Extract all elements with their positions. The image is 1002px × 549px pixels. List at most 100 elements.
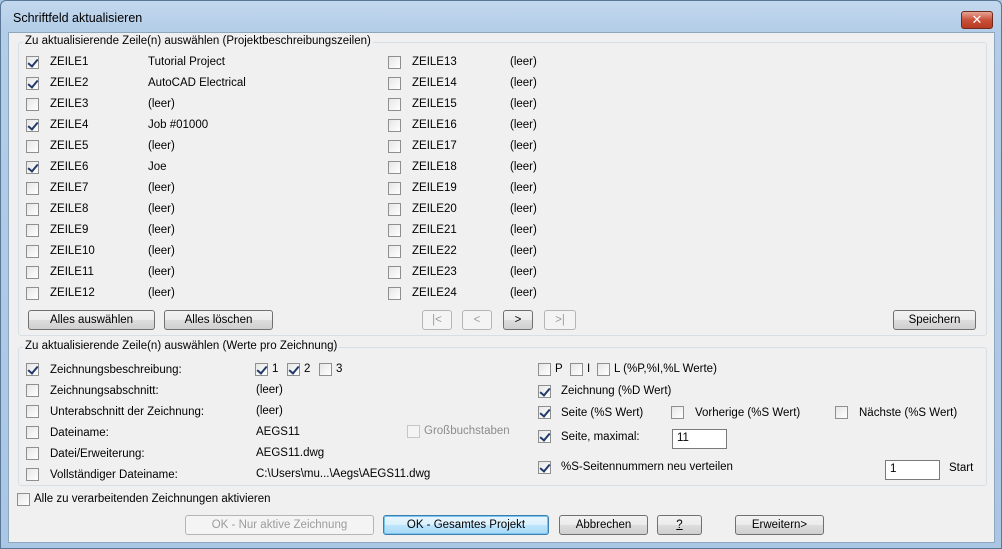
- cancel-button[interactable]: Abbrechen: [559, 515, 648, 535]
- vorherige-label: Vorherige (%S Wert): [695, 407, 801, 419]
- l-label: L (%P,%I,%L Werte): [614, 363, 717, 375]
- start-label: Start: [949, 462, 974, 474]
- vorherige-checkbox[interactable]: [671, 406, 684, 419]
- window-title: Schriftfeld aktualisieren: [13, 11, 143, 25]
- expand-button[interactable]: Erweitern>: [735, 515, 824, 535]
- line-1-checkbox[interactable]: [26, 56, 39, 69]
- line-14-checkbox[interactable]: [388, 77, 401, 90]
- select-all-button[interactable]: Alles auswählen: [28, 310, 155, 330]
- line-8-checkbox[interactable]: [26, 203, 39, 216]
- line-4-name: ZEILE4: [50, 119, 89, 131]
- ok-active-drawing-button[interactable]: OK - Nur aktive Zeichnung: [185, 515, 374, 535]
- drawing-field-6-value: C:\Users\mu...\Aegs\AEGS11.dwg: [256, 468, 431, 480]
- line-7-value: (leer): [148, 182, 175, 194]
- title-bar[interactable]: Schriftfeld aktualisieren ✕: [1, 1, 1001, 31]
- line-18-name: ZEILE18: [412, 161, 457, 173]
- line-10-name: ZEILE10: [50, 245, 95, 257]
- line-22-value: (leer): [510, 245, 537, 257]
- project-lines-group-label: Zu aktualisierende Zeile(n) auswählen (P…: [23, 35, 373, 47]
- clear-all-button[interactable]: Alles löschen: [164, 310, 273, 330]
- line-9-name: ZEILE9: [50, 224, 89, 236]
- seite-label: Seite (%S Wert): [561, 407, 644, 419]
- line-5-value: (leer): [148, 140, 175, 152]
- drawing-field-6-checkbox[interactable]: [26, 468, 39, 481]
- desc-line-1-checkbox[interactable]: [255, 363, 268, 376]
- line-10-checkbox[interactable]: [26, 245, 39, 258]
- activate-all-checkbox[interactable]: [17, 493, 30, 506]
- p-label: P: [555, 363, 563, 375]
- help-button[interactable]: ?: [657, 515, 702, 535]
- drawing-field-5-value: AEGS11.dwg: [256, 447, 325, 459]
- p-checkbox[interactable]: [538, 363, 551, 376]
- line-17-checkbox[interactable]: [388, 140, 401, 153]
- line-20-checkbox[interactable]: [388, 203, 401, 216]
- drawing-field-5-checkbox[interactable]: [26, 447, 39, 460]
- desc-line-2-checkbox[interactable]: [287, 363, 300, 376]
- line-16-name: ZEILE16: [412, 119, 457, 131]
- renumber-checkbox[interactable]: [538, 461, 551, 474]
- line-9-checkbox[interactable]: [26, 224, 39, 237]
- drawing-field-3-label: Unterabschnitt der Zeichnung:: [50, 406, 205, 418]
- drawing-field-3-value: (leer): [256, 405, 283, 417]
- drawing-field-4-label: Dateiname:: [50, 427, 109, 439]
- i-checkbox[interactable]: [570, 363, 583, 376]
- line-12-value: (leer): [148, 287, 175, 299]
- line-2-name: ZEILE2: [50, 77, 89, 89]
- line-7-checkbox[interactable]: [26, 182, 39, 195]
- line-18-value: (leer): [510, 161, 537, 173]
- naechste-checkbox[interactable]: [835, 406, 848, 419]
- close-button[interactable]: ✕: [961, 11, 993, 29]
- drawing-field-4-checkbox[interactable]: [26, 426, 39, 439]
- line-2-checkbox[interactable]: [26, 77, 39, 90]
- line-6-checkbox[interactable]: [26, 161, 39, 174]
- line-15-checkbox[interactable]: [388, 98, 401, 111]
- drawing-field-2-checkbox[interactable]: [26, 384, 39, 397]
- save-button[interactable]: Speichern: [893, 310, 976, 330]
- line-19-checkbox[interactable]: [388, 182, 401, 195]
- drawing-field-1-checkbox[interactable]: [26, 363, 39, 376]
- line-11-checkbox[interactable]: [26, 266, 39, 279]
- nav-prev-button[interactable]: <: [462, 310, 492, 330]
- drawing-field-2-label: Zeichnungsabschnitt:: [50, 385, 159, 397]
- uppercase-label: Großbuchstaben: [424, 425, 510, 437]
- zeichnung-label: Zeichnung (%D Wert): [561, 385, 672, 397]
- line-16-value: (leer): [510, 119, 537, 131]
- line-21-value: (leer): [510, 224, 537, 236]
- line-3-checkbox[interactable]: [26, 98, 39, 111]
- desc-line-2-label: 2: [304, 363, 311, 375]
- l-checkbox[interactable]: [597, 363, 610, 376]
- line-18-checkbox[interactable]: [388, 161, 401, 174]
- line-12-checkbox[interactable]: [26, 287, 39, 300]
- ok-whole-project-button[interactable]: OK - Gesamtes Projekt: [383, 515, 549, 535]
- zeichnung-checkbox[interactable]: [538, 385, 551, 398]
- seite-checkbox[interactable]: [538, 406, 551, 419]
- seite-max-checkbox[interactable]: [538, 430, 551, 443]
- line-3-name: ZEILE3: [50, 98, 89, 110]
- line-6-name: ZEILE6: [50, 161, 89, 173]
- line-4-checkbox[interactable]: [26, 119, 39, 132]
- desc-line-3-checkbox[interactable]: [319, 363, 332, 376]
- line-2-value: AutoCAD Electrical: [148, 77, 246, 89]
- line-13-name: ZEILE13: [412, 56, 457, 68]
- start-input[interactable]: 1: [885, 460, 940, 480]
- nav-next-button[interactable]: >: [503, 310, 533, 330]
- line-22-checkbox[interactable]: [388, 245, 401, 258]
- line-23-checkbox[interactable]: [388, 266, 401, 279]
- line-23-name: ZEILE23: [412, 266, 457, 278]
- nav-last-button[interactable]: >|: [544, 310, 576, 330]
- drawing-field-4-value: AEGS11: [256, 426, 300, 438]
- drawing-field-3-checkbox[interactable]: [26, 405, 39, 418]
- line-24-name: ZEILE24: [412, 287, 457, 299]
- seite-max-input[interactable]: 11: [672, 429, 727, 449]
- seite-max-label: Seite, maximal:: [561, 431, 640, 443]
- line-16-checkbox[interactable]: [388, 119, 401, 132]
- line-5-checkbox[interactable]: [26, 140, 39, 153]
- line-1-name: ZEILE1: [50, 56, 89, 68]
- naechste-label: Nächste (%S Wert): [859, 407, 958, 419]
- line-13-checkbox[interactable]: [388, 56, 401, 69]
- line-10-value: (leer): [148, 245, 175, 257]
- nav-first-button[interactable]: |<: [422, 310, 452, 330]
- line-21-checkbox[interactable]: [388, 224, 401, 237]
- uppercase-checkbox[interactable]: [407, 425, 420, 438]
- line-24-checkbox[interactable]: [388, 287, 401, 300]
